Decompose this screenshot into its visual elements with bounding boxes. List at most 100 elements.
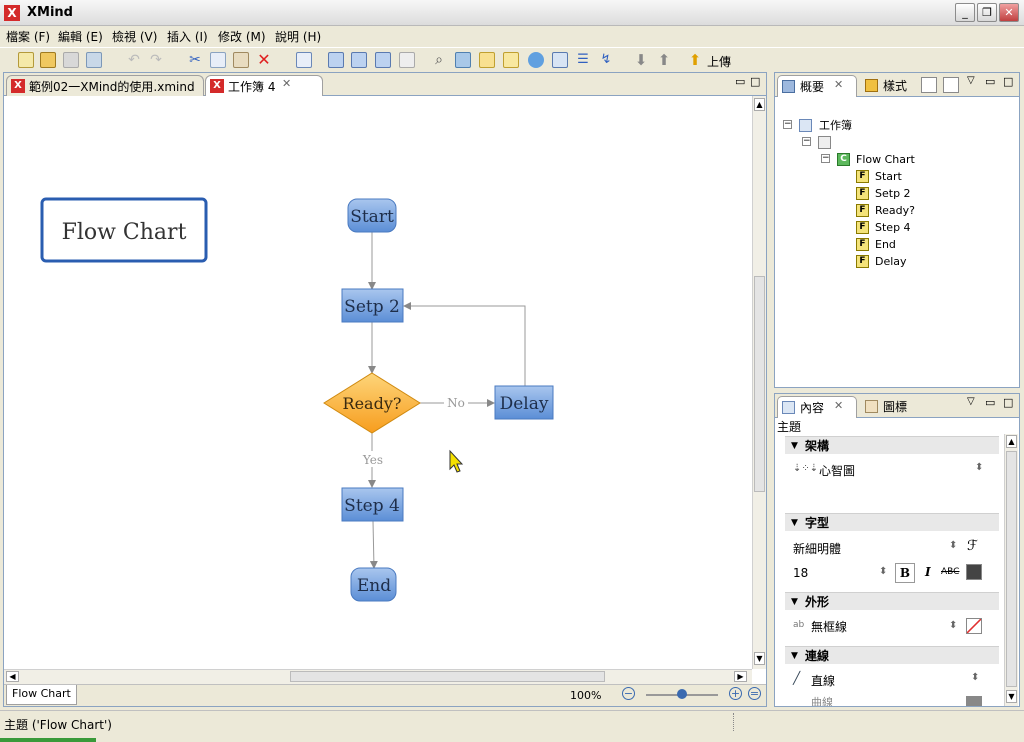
open-folder-icon[interactable] (40, 52, 56, 68)
zoom-in-icon[interactable]: + (729, 687, 742, 700)
menu-file[interactable]: 檔案 (F) (6, 28, 50, 45)
redo-icon[interactable]: ↷ (148, 52, 164, 68)
boundary-icon[interactable] (552, 52, 568, 68)
menu-view[interactable]: 檢視 (V) (112, 28, 157, 45)
font-chooser-icon[interactable]: ℱ (967, 538, 978, 554)
note-icon[interactable] (503, 52, 519, 68)
close-button[interactable]: ✕ (999, 3, 1019, 22)
horizontal-scroll-thumb[interactable] (290, 671, 605, 682)
scroll-down-icon[interactable]: ▼ (1006, 690, 1017, 703)
paste-icon[interactable] (233, 52, 249, 68)
print-icon[interactable] (86, 52, 102, 68)
insert-subtopic-icon[interactable] (351, 52, 367, 68)
label-icon[interactable] (479, 52, 495, 68)
cut-icon[interactable]: ✂ (187, 52, 203, 68)
tree-row-sheet[interactable]: − (775, 134, 1019, 151)
delete-icon[interactable]: ✕ (256, 52, 272, 68)
tree-row-item[interactable]: F Start (775, 168, 1019, 185)
bold-button[interactable]: B (895, 563, 915, 583)
collapse-icon[interactable]: − (802, 137, 811, 146)
tab-outline[interactable]: 概要 ✕ (777, 75, 857, 97)
insert-topic-icon[interactable] (328, 52, 344, 68)
close-tab-icon[interactable]: ✕ (834, 78, 843, 91)
tree-row-root[interactable]: − 工作簿 (775, 117, 1019, 134)
sheet-tab-flow-chart[interactable]: Flow Chart (6, 685, 77, 705)
save-icon[interactable] (63, 52, 79, 68)
section-structure[interactable]: ▼ 架構 (785, 436, 999, 454)
structure-value[interactable]: 心智圖 (819, 462, 855, 479)
menu-modify[interactable]: 修改 (M) (218, 28, 266, 45)
drill-up-icon[interactable]: ⬆ (656, 52, 672, 68)
tab-icons[interactable]: 圖標 (861, 396, 921, 418)
view-menu-icon[interactable]: ▽ (967, 75, 975, 86)
tab-properties[interactable]: 內容 ✕ (777, 396, 857, 418)
maximize-button[interactable]: ❐ (977, 3, 997, 22)
spinner-icon[interactable]: ⬍ (879, 566, 887, 577)
menu-help[interactable]: 說明 (H) (275, 28, 321, 45)
summary-icon[interactable]: ☰ (575, 52, 591, 68)
minimize-view-icon[interactable]: ▭ (735, 75, 745, 88)
scroll-right-icon[interactable]: ▶ (734, 671, 747, 682)
drill-down-icon[interactable]: ⬇ (633, 52, 649, 68)
properties-scroll-thumb[interactable] (1006, 451, 1017, 687)
horizontal-scrollbar[interactable]: ◀ ▶ (4, 669, 752, 684)
scroll-left-icon[interactable]: ◀ (6, 671, 19, 682)
font-family-value[interactable]: 新細明體 (793, 540, 841, 557)
italic-button[interactable]: I (925, 565, 931, 579)
spinner-icon[interactable]: ⬍ (949, 540, 957, 551)
zoom-fit-icon[interactable]: = (748, 687, 761, 700)
list-view-icon[interactable] (943, 77, 959, 93)
undo-icon[interactable]: ↶ (126, 52, 142, 68)
vertical-scrollbar[interactable]: ▲ ▼ (752, 96, 766, 669)
no-fill-swatch[interactable] (966, 618, 982, 634)
tab-styles[interactable]: 樣式 (861, 75, 921, 97)
close-tab-icon[interactable]: ✕ (834, 399, 843, 412)
maximize-view-icon[interactable]: □ (750, 75, 760, 88)
menu-edit[interactable]: 編輯 (E) (58, 28, 103, 45)
vertical-scroll-thumb[interactable] (754, 276, 765, 492)
properties-scrollbar[interactable]: ▲ ▼ (1004, 434, 1018, 706)
section-shape[interactable]: ▼ 外形 (785, 592, 999, 610)
refresh-icon[interactable] (296, 52, 312, 68)
minimize-button[interactable]: _ (955, 3, 975, 22)
section-font[interactable]: ▼ 字型 (785, 513, 999, 531)
font-size-value[interactable]: 18 (793, 566, 808, 580)
font-color-swatch[interactable] (966, 564, 982, 580)
tab-example-file[interactable]: X 範例02一XMind的使用.xmind (6, 75, 204, 96)
spinner-icon[interactable]: ⬍ (971, 672, 979, 683)
tree-row-item[interactable]: F End (775, 236, 1019, 253)
relationship-icon[interactable]: ↯ (598, 52, 614, 68)
collapse-icon[interactable]: − (821, 154, 830, 163)
scroll-up-icon[interactable]: ▲ (1006, 435, 1017, 448)
tab-workbook-4[interactable]: X 工作簿 4 ✕ (205, 75, 323, 96)
attachment-icon[interactable]: ⌕ (431, 52, 447, 68)
copy-icon[interactable] (210, 52, 226, 68)
hyperlink-icon[interactable] (528, 52, 544, 68)
line-color-swatch[interactable] (966, 696, 982, 706)
new-workbook-icon[interactable] (18, 52, 34, 68)
shape-value[interactable]: 無框線 (811, 618, 847, 635)
maximize-view-icon[interactable]: □ (1003, 396, 1013, 409)
zoom-slider-thumb[interactable] (677, 689, 687, 699)
zoom-out-icon[interactable]: − (622, 687, 635, 700)
tree-row-item[interactable]: F Step 4 (775, 219, 1019, 236)
upload-arrow-icon[interactable]: ⬆ (687, 52, 703, 68)
section-line[interactable]: ▼ 連線 (785, 646, 999, 664)
spinner-icon[interactable]: ⬍ (949, 620, 957, 631)
maximize-view-icon[interactable]: □ (1003, 75, 1013, 88)
close-tab-icon[interactable]: ✕ (282, 77, 291, 90)
image-icon[interactable] (455, 52, 471, 68)
mindmap-canvas[interactable]: Flow Chart No Yes Start Setp 2 Ready? De… (4, 96, 752, 669)
floating-topic-icon[interactable] (399, 52, 415, 68)
tree-row-item[interactable]: F Delay (775, 253, 1019, 270)
tree-view-icon[interactable] (921, 77, 937, 93)
tree-row-item[interactable]: F Setp 2 (775, 185, 1019, 202)
upload-button[interactable]: 上傳 (707, 53, 731, 70)
scroll-up-icon[interactable]: ▲ (754, 98, 765, 111)
menu-insert[interactable]: 插入 (I) (167, 28, 208, 45)
minimize-view-icon[interactable]: ▭ (985, 75, 995, 88)
tree-row-central[interactable]: − C Flow Chart (775, 151, 1019, 168)
line-shape-value[interactable]: 曲線 (811, 694, 833, 706)
strikethrough-button[interactable]: ABC (941, 567, 959, 577)
collapse-icon[interactable]: − (783, 120, 792, 129)
